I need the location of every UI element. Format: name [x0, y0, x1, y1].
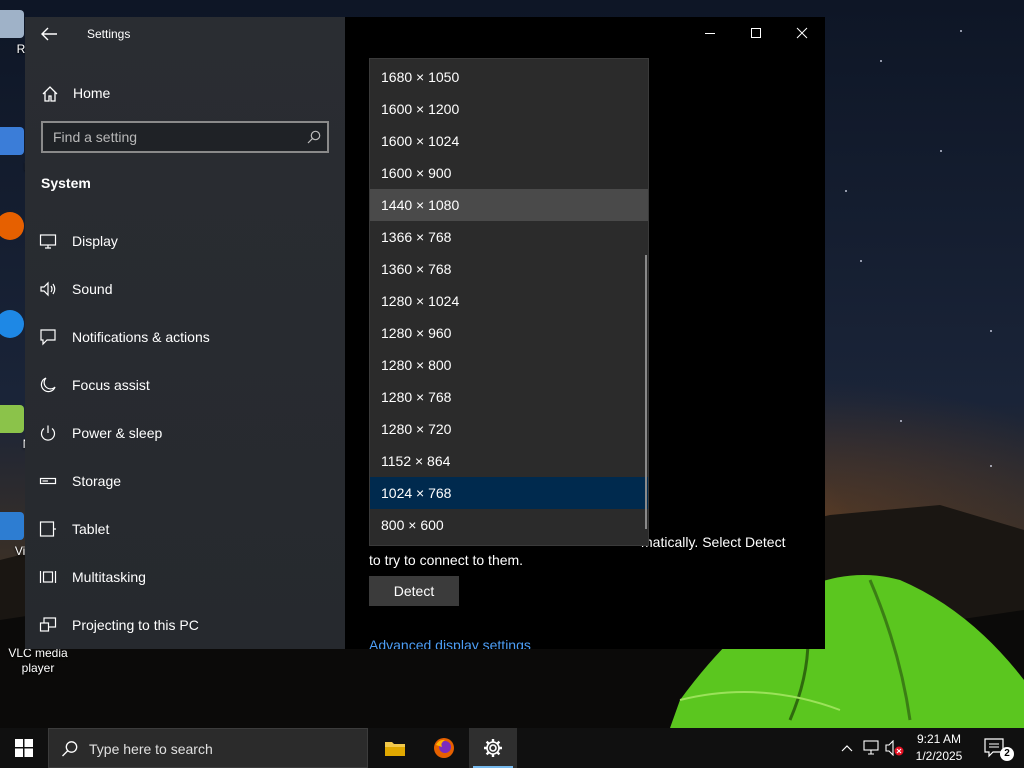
resolution-option[interactable]: 1360 × 768	[370, 253, 648, 285]
sidebar-home-label: Home	[73, 85, 111, 101]
taskbar-search-placeholder: Type here to search	[89, 741, 213, 757]
star	[845, 190, 847, 192]
visual-studio-icon	[0, 512, 24, 540]
moon-icon	[40, 377, 56, 393]
find-setting-box[interactable]	[41, 121, 329, 153]
recycle-bin-icon	[0, 10, 24, 38]
speaker-icon	[40, 281, 56, 297]
resolution-dropdown-list: 1680 × 1050 1600 × 1200 1600 × 1024 1600 × …	[369, 58, 649, 546]
volume-tray-button[interactable]	[884, 728, 906, 768]
title-bar: Settings	[25, 17, 345, 51]
search-icon	[307, 130, 321, 144]
resolution-option[interactable]: 1680 × 1050	[370, 61, 648, 93]
action-center-button[interactable]: 2	[978, 728, 1024, 768]
notification-count-badge: 2	[1000, 747, 1014, 761]
power-icon	[40, 425, 56, 441]
show-hidden-icons-button[interactable]	[838, 728, 856, 768]
minimize-icon	[705, 33, 715, 34]
resolution-option[interactable]: 1280 × 720	[370, 413, 648, 445]
resolution-option[interactable]: 1280 × 960	[370, 317, 648, 349]
sidebar-item-tablet[interactable]: Tablet	[25, 510, 345, 550]
maximize-icon	[751, 28, 761, 38]
resolution-option[interactable]: 1152 × 864	[370, 445, 648, 477]
multitasking-icon	[39, 571, 57, 583]
sidebar-item-sound[interactable]: Sound	[25, 270, 345, 310]
sidebar-item-storage[interactable]: Storage	[25, 462, 345, 502]
resolution-option[interactable]: 1600 × 1024	[370, 125, 648, 157]
taskbar-file-explorer[interactable]	[371, 728, 419, 768]
close-button[interactable]	[779, 17, 825, 49]
network-tray-button[interactable]	[860, 728, 882, 768]
resolution-option[interactable]: 1440 × 1080	[370, 189, 648, 221]
sidebar-item-projecting[interactable]: Projecting to this PC	[25, 606, 345, 646]
minimize-button[interactable]	[687, 17, 733, 49]
firefox-icon	[434, 738, 454, 758]
window-title: Settings	[87, 27, 131, 41]
taskbar-search-box[interactable]: Type here to search	[48, 728, 368, 768]
sidebar-item-display[interactable]: Display	[25, 222, 345, 262]
resolution-option[interactable]: 1366 × 768	[370, 221, 648, 253]
back-arrow-icon[interactable]	[39, 25, 59, 43]
star	[860, 260, 862, 262]
home-icon	[42, 86, 58, 102]
resolution-option[interactable]: 1024 × 768	[370, 477, 648, 509]
resolution-option[interactable]: 1600 × 1200	[370, 93, 648, 125]
shortcut-icon	[0, 127, 24, 155]
firefox-icon	[0, 212, 24, 240]
chevron-up-icon	[841, 745, 853, 752]
taskbar-firefox[interactable]	[420, 728, 468, 768]
star	[880, 60, 882, 62]
sidebar-item-notifications[interactable]: Notifications & actions	[25, 318, 345, 358]
network-icon	[863, 740, 879, 755]
resolution-option[interactable]: 800 × 600	[370, 509, 648, 541]
advanced-display-settings-link[interactable]: Advanced display settings	[369, 637, 531, 649]
clock-time: 9:21 AM	[916, 732, 962, 746]
maximize-button[interactable]	[733, 17, 779, 49]
close-icon	[796, 27, 808, 39]
start-button[interactable]	[0, 728, 48, 768]
tablet-icon	[39, 521, 56, 537]
find-setting-input[interactable]	[43, 123, 327, 151]
volume-muted-icon	[885, 740, 904, 756]
sidebar-item-multitasking[interactable]: Multitasking	[25, 558, 345, 598]
folder-icon	[385, 742, 405, 756]
sidebar-item-focus-assist[interactable]: Focus assist	[25, 366, 345, 406]
clock-date: 1/2/2025	[915, 749, 963, 763]
star	[900, 420, 902, 422]
taskbar-settings[interactable]	[469, 728, 517, 768]
star	[990, 330, 992, 332]
edge-icon	[0, 310, 24, 338]
resolution-option[interactable]: 1600 × 900	[370, 157, 648, 189]
star	[960, 30, 962, 32]
projecting-icon	[39, 617, 57, 632]
chat-icon	[40, 329, 56, 346]
monitor-icon	[39, 234, 57, 249]
detect-button[interactable]: Detect	[369, 576, 459, 606]
notepad-icon	[0, 405, 24, 433]
star	[940, 150, 942, 152]
sidebar-item-power-sleep[interactable]: Power & sleep	[25, 414, 345, 454]
storage-icon	[39, 477, 57, 485]
taskbar-clock[interactable]: 9:21 AM 1/2/2025	[906, 731, 972, 765]
gear-icon	[484, 739, 502, 757]
search-icon	[62, 741, 78, 757]
star	[990, 465, 992, 467]
settings-sidebar: Settings Home System Display	[25, 17, 345, 649]
resolution-option[interactable]: 1280 × 1024	[370, 285, 648, 317]
resolution-option[interactable]: 1280 × 800	[370, 349, 648, 381]
windows-logo-icon	[15, 739, 33, 757]
dropdown-scrollbar[interactable]	[645, 255, 647, 529]
section-title-system: System	[41, 175, 91, 191]
sidebar-home[interactable]: Home	[25, 79, 345, 111]
taskbar: Type here to search 9:21 AM 1/2/2025 2	[0, 728, 1024, 768]
resolution-option[interactable]: 1280 × 768	[370, 381, 648, 413]
